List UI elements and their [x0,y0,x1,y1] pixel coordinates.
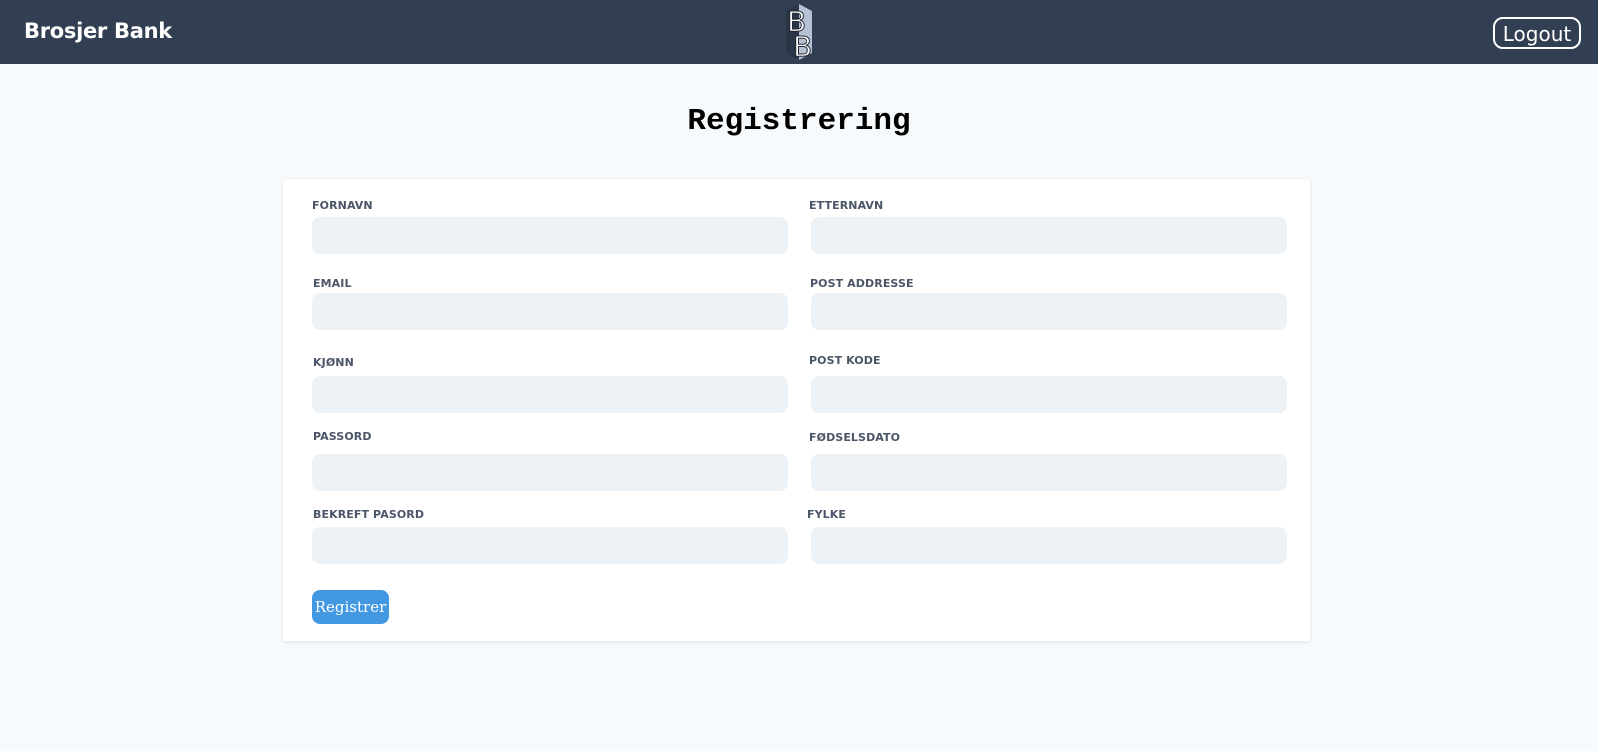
bb-logo-icon[interactable]: B B [774,3,824,61]
passord-label: PASSORD [313,430,372,443]
kjonn-input[interactable] [312,376,788,413]
registrer-button[interactable]: Registrer [312,590,389,624]
post-kode-input[interactable] [811,376,1287,413]
etternavn-label: ETTERNAVN [809,199,884,212]
bekreft-passord-label: BEKREFT PASORD [313,508,425,521]
email-input[interactable] [312,293,788,330]
kjonn-label: KJØNN [313,356,354,369]
logout-button[interactable]: Logout [1493,17,1581,49]
fodselsdato-label: FØDSELSDATO [809,431,901,444]
registration-form: FORNAVN ETTERNAVN EMAIL POST ADDRESSE KJ… [283,179,1310,641]
fornavn-label: FORNAVN [312,199,373,212]
brand-name[interactable]: Brosjer Bank [24,19,172,43]
post-kode-label: POST KODE [809,354,881,367]
email-label: EMAIL [313,277,352,290]
fornavn-input[interactable] [312,217,788,254]
fodselsdato-input[interactable] [811,454,1287,491]
passord-input[interactable] [312,454,788,491]
etternavn-input[interactable] [811,217,1287,254]
page-title: Registrering [687,104,911,139]
post-addresse-label: POST ADDRESSE [810,277,914,290]
bekreft-passord-input[interactable] [312,527,788,564]
svg-text:B: B [793,30,812,61]
fylke-label: FYLKE [807,508,847,521]
post-addresse-input[interactable] [811,293,1287,330]
top-navbar: Brosjer Bank B B Logout [0,0,1598,64]
fylke-input[interactable] [811,527,1287,564]
